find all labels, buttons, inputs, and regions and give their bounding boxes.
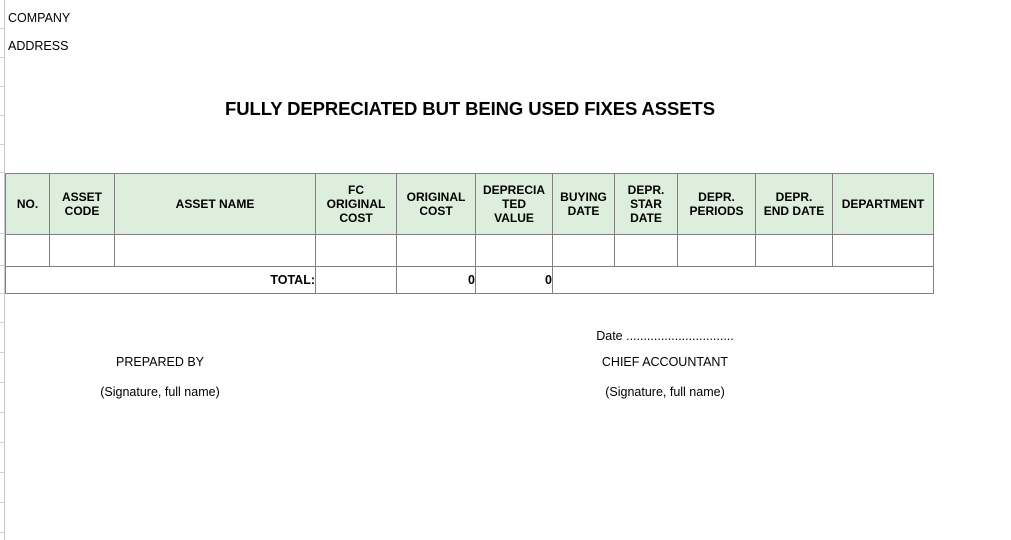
header-line: END DATE (763, 204, 825, 218)
cell-depr-end-date[interactable] (755, 234, 833, 267)
page-title: FULLY DEPRECIATED BUT BEING USED FIXES A… (225, 98, 715, 119)
column-header-no[interactable]: NO. (5, 173, 50, 235)
gutter-row-divider (0, 502, 5, 503)
header-line: CODE (64, 204, 100, 218)
header-line: FC (348, 183, 364, 197)
gutter-row-divider (0, 144, 5, 145)
company-label: COMPANY (8, 11, 71, 25)
header-line: NO. (16, 197, 39, 211)
cell-no[interactable] (5, 234, 50, 267)
header-line: COST (419, 204, 453, 218)
fixed-assets-table: NO. ASSET CODE ASSET NAME FC ORIGINAL CO… (5, 173, 934, 294)
header-line: DEPR. (627, 183, 665, 197)
header-line: BUYING (560, 190, 607, 204)
gutter-row-divider (0, 86, 5, 87)
gutter-row-divider (0, 442, 5, 443)
table-total-row: TOTAL: 0 0 (5, 266, 934, 294)
header-line: DATE (630, 211, 662, 225)
column-header-asset-code[interactable]: ASSET CODE (49, 173, 115, 235)
column-header-depreciated-value[interactable]: DEPRECIA TED VALUE (475, 173, 553, 235)
chief-accountant-role: CHIEF ACCOUNTANT (601, 355, 729, 369)
column-header-original-cost[interactable]: ORIGINAL COST (396, 173, 476, 235)
header-line: DEPR. (775, 190, 813, 204)
cell-buying-date[interactable] (552, 234, 615, 267)
header-line: DEPRECIA (482, 183, 545, 197)
table-header-row: NO. ASSET CODE ASSET NAME FC ORIGINAL CO… (5, 173, 934, 235)
chief-accountant-note: (Signature, full name) (605, 385, 725, 399)
header-line: COST (339, 211, 373, 225)
gutter-row-divider (0, 532, 5, 533)
gutter-row-divider (0, 57, 5, 58)
column-header-depr-start-date[interactable]: DEPR. STAR DATE (614, 173, 678, 235)
address-label: ADDRESS (8, 39, 69, 53)
prepared-by-role: PREPARED BY (116, 355, 204, 369)
gutter-row-divider (0, 322, 5, 323)
cell-depr-periods[interactable] (677, 234, 756, 267)
header-line: ASSET NAME (175, 197, 255, 211)
total-label-cell[interactable]: TOTAL: (5, 266, 316, 294)
header-line: DEPR. (698, 190, 735, 204)
column-header-asset-name[interactable]: ASSET NAME (114, 173, 316, 235)
gutter-row-divider (0, 472, 5, 473)
table-row (5, 234, 934, 267)
header-line: PERIODS (689, 204, 744, 218)
total-original-cost-cell[interactable]: 0 (396, 266, 476, 294)
total-fc-original-cost-cell[interactable] (315, 266, 397, 294)
header-line: STAR (630, 197, 662, 211)
column-header-depr-end-date[interactable]: DEPR. END DATE (755, 173, 833, 235)
gutter-row-divider (0, 352, 5, 353)
cell-depr-start-date[interactable] (614, 234, 678, 267)
column-header-department[interactable]: DEPARTMENT (832, 173, 934, 235)
header-line: ORIGINAL (326, 197, 386, 211)
header-line: ASSET (61, 190, 102, 204)
gutter-row-divider (0, 412, 5, 413)
date-line: Date ............................... (596, 329, 734, 343)
cell-asset-code[interactable] (49, 234, 115, 267)
column-header-fc-original-cost[interactable]: FC ORIGINAL COST (315, 173, 397, 235)
sig-left-spacer (40, 325, 280, 347)
total-depreciated-value-cell[interactable]: 0 (475, 266, 553, 294)
total-trailing-cell[interactable] (552, 266, 934, 294)
header-line: TED (502, 197, 526, 211)
cell-original-cost[interactable] (396, 234, 476, 267)
chief-accountant-block: Date ............................... CHI… (545, 325, 785, 407)
header-line: ORIGINAL (406, 190, 466, 204)
gutter-row-divider (0, 28, 5, 29)
prepared-by-block: PREPARED BY (Signature, full name) (40, 325, 280, 407)
gutter-row-divider (0, 382, 5, 383)
company-header-block: COMPANY ADDRESS (8, 4, 70, 60)
cell-fc-original-cost[interactable] (315, 234, 397, 267)
header-line: DEPARTMENT (841, 197, 925, 211)
cell-asset-name[interactable] (114, 234, 316, 267)
prepared-by-note: (Signature, full name) (100, 385, 220, 399)
cell-department[interactable] (832, 234, 934, 267)
header-line: DATE (567, 204, 600, 218)
cell-depreciated-value[interactable] (475, 234, 553, 267)
column-header-buying-date[interactable]: BUYING DATE (552, 173, 615, 235)
header-line: VALUE (494, 211, 534, 225)
column-header-depr-periods[interactable]: DEPR. PERIODS (677, 173, 756, 235)
